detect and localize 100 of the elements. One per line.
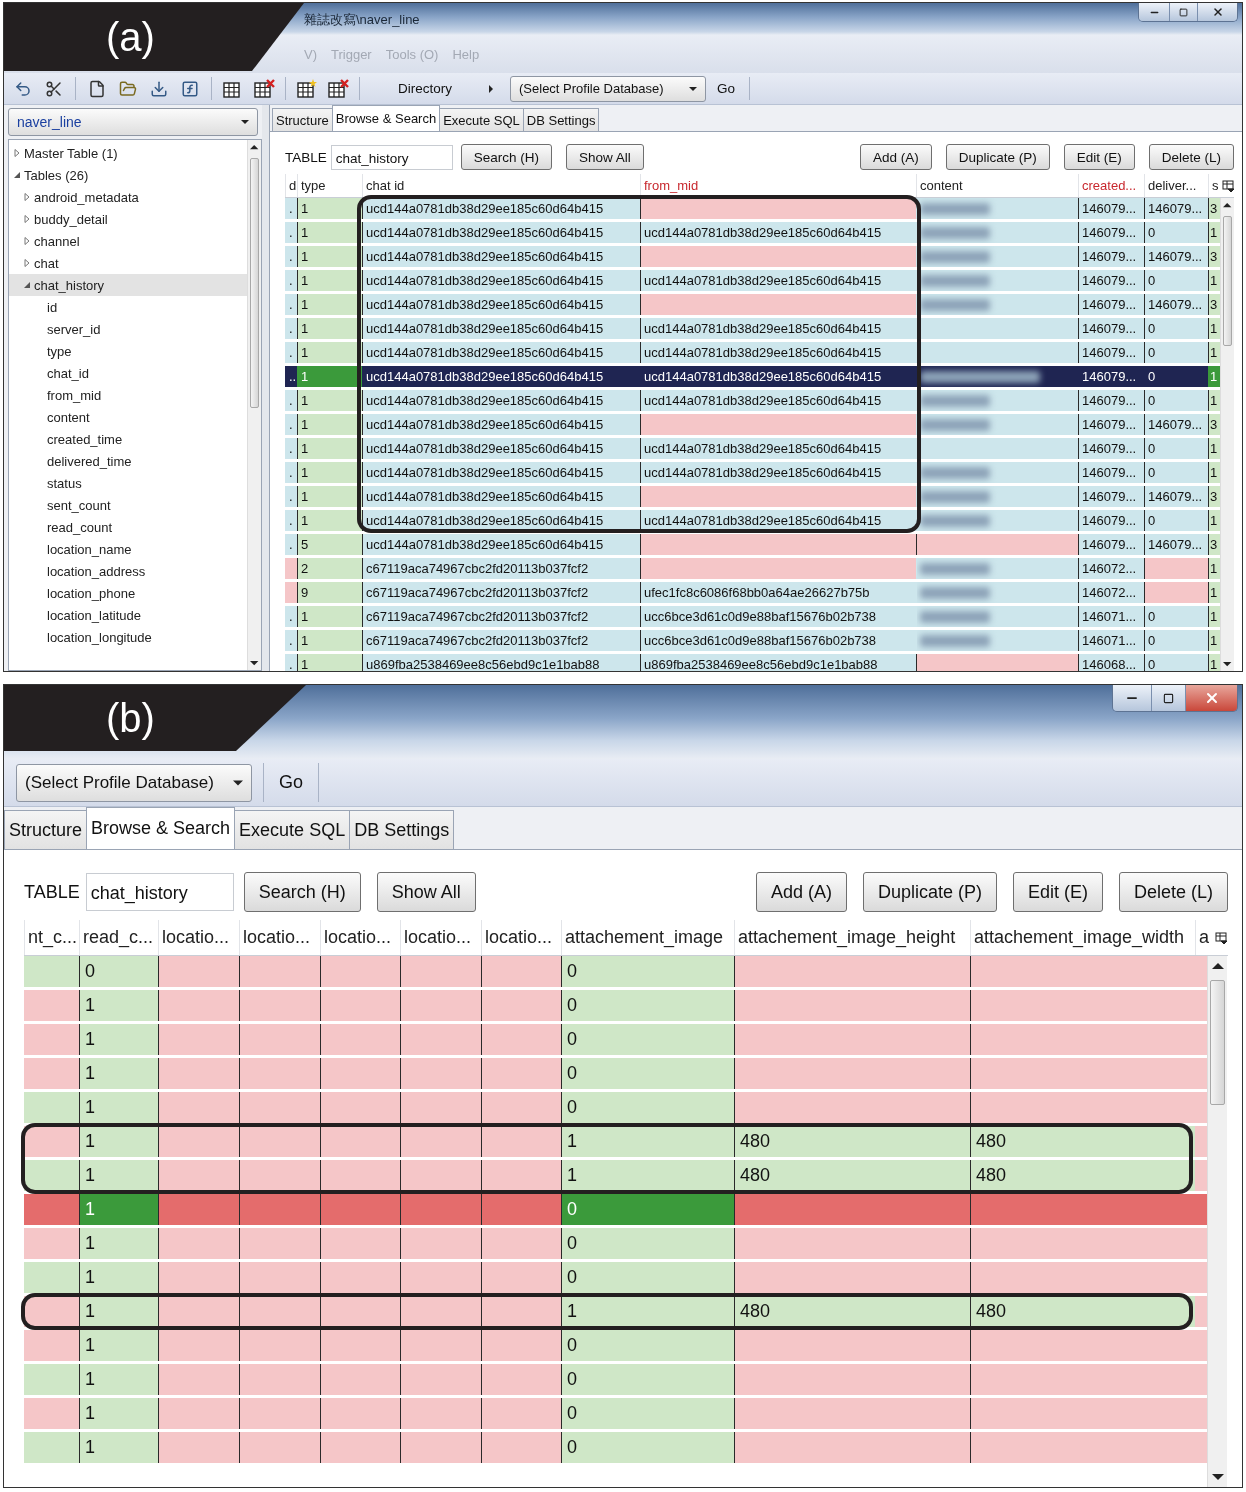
- arrow-right-icon[interactable]: [487, 84, 495, 93]
- close-button[interactable]: [1185, 685, 1237, 711]
- table-row[interactable]: 1 0: [24, 1194, 1207, 1228]
- tree-item[interactable]: server_id: [9, 318, 247, 340]
- expanded-icon[interactable]: [13, 171, 21, 179]
- add-button[interactable]: Add (A): [859, 144, 932, 170]
- collapsed-icon[interactable]: [13, 149, 21, 157]
- tab[interactable]: Browse & Search: [86, 807, 236, 849]
- scrollbar[interactable]: [247, 140, 261, 670]
- scrollbar[interactable]: [1220, 198, 1234, 671]
- maximize-icon[interactable]: [1179, 7, 1188, 17]
- column-header[interactable]: nt_c...: [24, 920, 79, 955]
- tree-item[interactable]: location_latitude: [9, 604, 247, 626]
- tree-item[interactable]: location_longitude: [9, 626, 247, 648]
- column-header[interactable]: attachement_image: [561, 920, 734, 955]
- table-row[interactable]: 1 1 480 480: [24, 1160, 1207, 1194]
- tree-item[interactable]: created_time: [9, 428, 247, 450]
- tree-item[interactable]: location_phone: [9, 582, 247, 604]
- scroll-up-icon[interactable]: [1223, 200, 1232, 210]
- caret-down-icon[interactable]: [689, 84, 697, 93]
- edit-button[interactable]: Edit (E): [1063, 144, 1135, 170]
- tree-item[interactable]: Tables (26): [9, 164, 247, 186]
- column-header[interactable]: a: [1195, 920, 1227, 955]
- show-all-button[interactable]: Show All: [376, 872, 476, 912]
- go-button[interactable]: Go: [711, 81, 742, 96]
- search-button[interactable]: Search (H): [460, 144, 553, 170]
- tree-item[interactable]: type: [9, 340, 247, 362]
- tab[interactable]: Structure: [272, 108, 333, 131]
- add-button[interactable]: Add (A): [755, 872, 847, 912]
- tree-item[interactable]: read_count: [9, 516, 247, 538]
- tree-item[interactable]: from_mid: [9, 384, 247, 406]
- directory-button[interactable]: Directory: [368, 81, 482, 96]
- column-header[interactable]: deliver...: [1144, 174, 1208, 197]
- maximize-button[interactable]: [1151, 685, 1185, 711]
- column-header[interactable]: locatio...: [320, 920, 400, 955]
- tree-item[interactable]: chat: [9, 252, 247, 274]
- tree-item[interactable]: chat_id: [9, 362, 247, 384]
- delete-button[interactable]: Delete (L): [1118, 872, 1228, 912]
- table-row[interactable]: 0 0: [24, 956, 1207, 990]
- column-chooser-icon[interactable]: [1215, 931, 1227, 944]
- expanded-icon[interactable]: [23, 281, 31, 289]
- table-row[interactable]: . 1 u869fba2538469ee8c56ebd9c1e1bab88 u869fba2538469ee8c56ebd9c1e1bab88 146068... 0 1: [285, 654, 1220, 671]
- scrollbar-thumb[interactable]: [250, 158, 259, 408]
- table-row[interactable]: 1 0: [24, 1092, 1207, 1126]
- table-row[interactable]: 1 0: [24, 1228, 1207, 1262]
- column-header[interactable]: locatio...: [400, 920, 481, 955]
- collapsed-icon[interactable]: [23, 193, 31, 201]
- table-name-field[interactable]: chat_history: [330, 144, 453, 170]
- column-header[interactable]: locatio...: [158, 920, 239, 955]
- tab[interactable]: DB Settings: [522, 108, 600, 131]
- tab[interactable]: Execute SQL: [234, 810, 351, 849]
- tree-item[interactable]: buddy_detail: [9, 208, 247, 230]
- column-header[interactable]: locatio...: [239, 920, 320, 955]
- tree-item[interactable]: channel: [9, 230, 247, 252]
- table-row[interactable]: 1 1 480 480: [24, 1126, 1207, 1160]
- column-header[interactable]: read_c...: [79, 920, 158, 955]
- search-button[interactable]: Search (H): [243, 872, 361, 912]
- tree-item[interactable]: sent_count: [9, 494, 247, 516]
- table-row[interactable]: 1 0: [24, 1058, 1207, 1092]
- duplicate-button[interactable]: Duplicate (P): [945, 144, 1050, 170]
- tab[interactable]: Browse & Search: [331, 105, 441, 131]
- column-header[interactable]: attachement_image_height: [734, 920, 970, 955]
- table-row[interactable]: 1 0: [24, 1398, 1207, 1432]
- tree-item[interactable]: chat_history: [9, 274, 247, 296]
- table-row[interactable]: 1 0: [24, 990, 1207, 1024]
- column-header[interactable]: chat id: [362, 174, 640, 197]
- scroll-down-icon[interactable]: [1211, 1471, 1224, 1483]
- collapsed-icon[interactable]: [23, 237, 31, 245]
- tree-item[interactable]: status: [9, 472, 247, 494]
- profile-select[interactable]: (Select Profile Database): [510, 75, 706, 102]
- tree-item[interactable]: delivered_time: [9, 450, 247, 472]
- close-icon[interactable]: [1211, 6, 1224, 18]
- collapsed-icon[interactable]: [23, 215, 31, 223]
- column-header[interactable]: type: [297, 174, 362, 197]
- caret-down-icon[interactable]: [241, 118, 249, 126]
- collapsed-icon[interactable]: [23, 259, 31, 267]
- column-header[interactable]: content: [916, 174, 1078, 197]
- column-header[interactable]: created...: [1078, 174, 1144, 197]
- scrollbar-thumb[interactable]: [1210, 980, 1225, 1105]
- scroll-down-icon[interactable]: [250, 658, 259, 668]
- duplicate-button[interactable]: Duplicate (P): [862, 872, 997, 912]
- scrollbar[interactable]: [1207, 956, 1227, 1487]
- scrollbar-thumb[interactable]: [1223, 216, 1232, 346]
- delete-button[interactable]: Delete (L): [1148, 144, 1234, 170]
- tab[interactable]: Structure: [4, 810, 88, 849]
- maximize-icon[interactable]: [1163, 692, 1174, 704]
- edit-button[interactable]: Edit (E): [1012, 872, 1103, 912]
- go-button[interactable]: Go: [275, 772, 307, 793]
- tree-item[interactable]: location_address: [9, 560, 247, 582]
- table-row[interactable]: 1 0: [24, 1432, 1207, 1466]
- table-row[interactable]: 1 0: [24, 1262, 1207, 1296]
- close-button[interactable]: [1197, 3, 1237, 21]
- tab[interactable]: DB Settings: [349, 810, 455, 849]
- column-header[interactable]: s: [1208, 174, 1234, 197]
- table-row[interactable]: 1 0: [24, 1364, 1207, 1398]
- database-select[interactable]: naver_line: [8, 108, 258, 136]
- column-chooser-icon[interactable]: [1222, 179, 1234, 192]
- column-header[interactable]: from_mid: [640, 174, 916, 197]
- scroll-up-icon[interactable]: [250, 142, 259, 152]
- tree-item[interactable]: id: [9, 296, 247, 318]
